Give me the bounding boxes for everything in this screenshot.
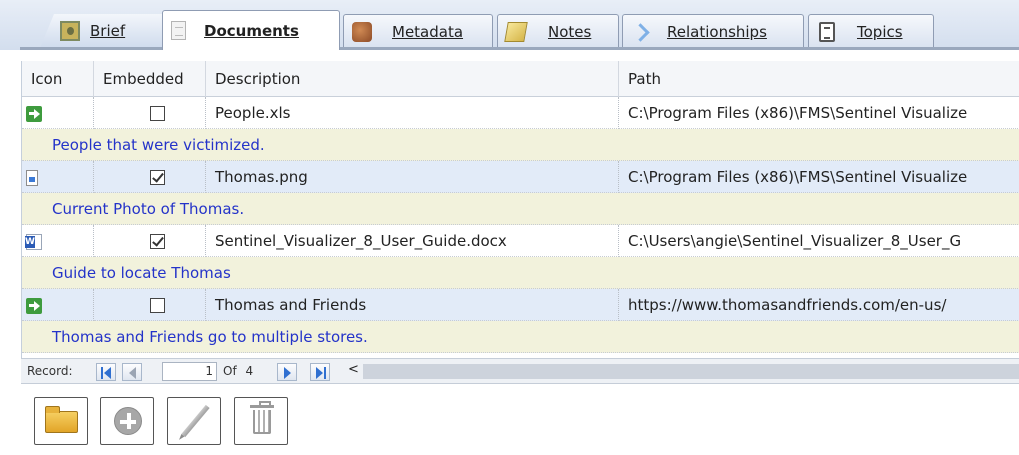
icon-cell — [22, 97, 94, 129]
metadata-icon — [352, 21, 372, 42]
tab-label: Notes — [548, 22, 592, 41]
tab-metadata[interactable]: Metadata — [343, 14, 493, 48]
horizontal-scrollbar[interactable] — [363, 364, 1019, 379]
tab-notes[interactable]: Notes — [497, 14, 619, 48]
person-photo-icon — [60, 21, 80, 41]
scroll-left-arrow-icon[interactable]: < — [348, 362, 359, 377]
row-description: Current Photo of Thomas. — [22, 193, 1019, 225]
previous-record-button[interactable] — [122, 363, 142, 381]
column-header-path[interactable]: Path — [619, 61, 1019, 97]
tab-label: Documents — [204, 21, 299, 40]
tab-brief[interactable]: Brief — [40, 14, 162, 48]
documents-grid: Icon Embedded Description Path People.xl… — [21, 61, 1019, 358]
document-name[interactable]: Thomas and Friends — [206, 289, 619, 321]
row-description: People that were victimized. — [22, 129, 1019, 161]
add-circle-icon — [114, 407, 142, 435]
tab-label: Metadata — [392, 22, 464, 41]
delete-document-button[interactable] — [234, 397, 288, 445]
topics-icon — [819, 21, 835, 42]
icon-cell — [22, 161, 94, 193]
record-count: Of 4 — [223, 364, 253, 378]
embedded-cell — [94, 97, 206, 129]
tab-label: Brief — [90, 22, 126, 40]
document-path[interactable]: C:\Program Files (x86)\FMS\Sentinel Visu… — [619, 97, 1019, 129]
table-row[interactable]: Thomas and Friends https://www.thomasand… — [22, 289, 1019, 321]
document-path[interactable]: C:\Users\angie\Sentinel_Visualizer_8_Use… — [619, 225, 1019, 257]
embedded-checkbox[interactable] — [150, 234, 165, 249]
word-document-icon — [25, 233, 42, 250]
link-arrow-icon — [26, 297, 42, 314]
add-document-button[interactable] — [100, 397, 154, 445]
open-folder-icon — [45, 406, 78, 433]
notes-icon — [504, 21, 528, 42]
grid-header: Icon Embedded Description Path — [22, 61, 1019, 97]
embedded-cell — [94, 289, 206, 321]
link-arrow-icon — [26, 105, 42, 122]
tab-documents[interactable]: Documents — [162, 10, 340, 50]
document-name[interactable]: Thomas.png — [206, 161, 619, 193]
document-name[interactable]: People.xls — [206, 97, 619, 129]
edit-document-button[interactable] — [167, 397, 221, 445]
table-row[interactable]: Thomas.png C:\Program Files (x86)\FMS\Se… — [22, 161, 1019, 193]
current-record-field[interactable]: 1 — [162, 362, 217, 381]
embedded-cell — [94, 161, 206, 193]
of-label: Of — [223, 364, 237, 378]
tab-relationships[interactable]: Relationships — [622, 14, 804, 48]
table-row[interactable]: Sentinel_Visualizer_8_User_Guide.docx C:… — [22, 225, 1019, 257]
document-name[interactable]: Sentinel_Visualizer_8_User_Guide.docx — [206, 225, 619, 257]
pencil-icon — [181, 404, 210, 438]
embedded-checkbox[interactable] — [150, 106, 165, 121]
document-icon — [171, 21, 186, 40]
trash-icon — [250, 401, 274, 434]
record-label: Record: — [27, 364, 73, 378]
embedded-checkbox[interactable] — [150, 170, 165, 185]
record-total: 4 — [245, 364, 254, 378]
document-path[interactable]: C:\Program Files (x86)\FMS\Sentinel Visu… — [619, 161, 1019, 193]
relationships-arrow-icon — [631, 22, 645, 42]
tab-label: Topics — [857, 22, 903, 41]
last-record-button[interactable] — [310, 363, 330, 381]
tab-label: Relationships — [667, 22, 767, 41]
table-row[interactable]: People.xls C:\Program Files (x86)\FMS\Se… — [22, 97, 1019, 129]
embedded-cell — [94, 225, 206, 257]
first-record-button[interactable] — [96, 363, 116, 381]
icon-cell — [22, 289, 94, 321]
row-description: Thomas and Friends go to multiple stores… — [22, 321, 1019, 353]
column-header-icon[interactable]: Icon — [22, 61, 94, 97]
row-description: Guide to locate Thomas — [22, 257, 1019, 289]
document-path[interactable]: https://www.thomasandfriends.com/en-us/ — [619, 289, 1019, 321]
column-header-embedded[interactable]: Embedded — [94, 61, 206, 97]
column-header-description[interactable]: Description — [206, 61, 619, 97]
next-record-button[interactable] — [277, 363, 297, 381]
open-document-button[interactable] — [34, 397, 88, 445]
record-navigator: Record: 1 Of 4 < — [21, 358, 1019, 384]
image-file-icon — [26, 169, 38, 186]
embedded-checkbox[interactable] — [150, 298, 165, 313]
tab-strip: Brief Documents Metadata Notes Relations… — [0, 0, 1019, 50]
icon-cell — [22, 225, 94, 257]
tab-topics[interactable]: Topics — [808, 14, 934, 48]
